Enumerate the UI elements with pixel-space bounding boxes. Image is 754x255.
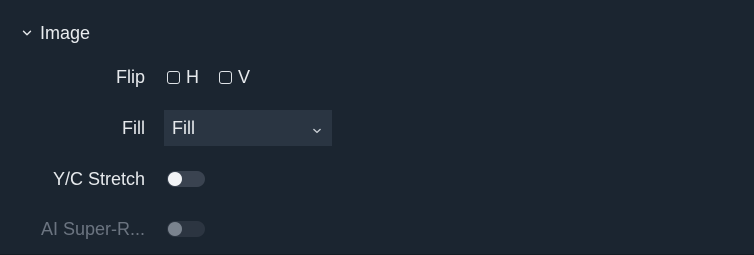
flip-label: Flip [115, 66, 145, 87]
toggle-knob [168, 222, 182, 236]
checkbox-box[interactable] [219, 70, 232, 84]
section-title: Image [40, 22, 91, 43]
flip-vertical-checkbox[interactable]: V [219, 67, 250, 88]
flip-horizontal-label: H [186, 66, 199, 87]
flip-vertical-label: V [238, 66, 251, 87]
image-section-header[interactable]: Image [22, 18, 90, 48]
image-properties-panel: Image Flip H V Fill Fill Y/C Stretch AI … [0, 0, 754, 255]
fill-mode-value: Fill [172, 117, 195, 138]
checkbox-box[interactable] [167, 70, 180, 84]
flip-row: Flip H V [0, 59, 754, 95]
chevron-down-icon [22, 28, 32, 38]
yc-stretch-row: Y/C Stretch [0, 161, 754, 197]
fill-row: Fill Fill [0, 110, 754, 146]
chevron-down-icon [312, 123, 322, 134]
fill-label: Fill [122, 117, 145, 138]
yc-stretch-toggle[interactable] [167, 171, 205, 187]
ai-super-resolution-label: AI Super-R... [40, 218, 145, 239]
ai-super-resolution-row: AI Super-R... [0, 211, 754, 247]
fill-mode-select[interactable]: Fill [164, 110, 332, 146]
flip-horizontal-checkbox[interactable]: H [167, 67, 199, 88]
ai-super-resolution-toggle[interactable] [167, 221, 205, 237]
yc-stretch-label: Y/C Stretch [52, 168, 145, 189]
toggle-knob [168, 172, 182, 186]
